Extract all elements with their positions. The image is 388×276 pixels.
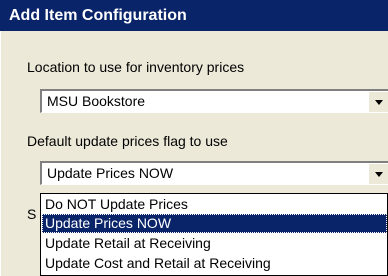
price-flag-dropdown[interactable]: Update Prices NOW	[40, 161, 388, 185]
price-flag-label: Default update prices flag to use	[27, 133, 228, 149]
location-dropdown-value: MSU Bookstore	[47, 93, 146, 109]
dialog-title: Add Item Configuration	[0, 0, 388, 31]
chevron-down-icon[interactable]	[368, 91, 388, 112]
location-dropdown[interactable]: MSU Bookstore	[40, 89, 388, 113]
chevron-down-icon[interactable]	[368, 163, 388, 184]
price-flag-dropdown-value: Update Prices NOW	[47, 165, 174, 181]
obscured-label-fragment: S	[27, 206, 37, 222]
price-flag-options-list[interactable]: Do NOT Update Prices Update Prices NOW U…	[40, 193, 388, 276]
location-label: Location to use for inventory prices	[27, 59, 245, 75]
add-item-configuration-dialog: Add Item Configuration Location to use f…	[0, 0, 388, 276]
price-flag-option-update-now[interactable]: Update Prices NOW	[42, 214, 387, 233]
price-flag-option-do-not-update[interactable]: Do NOT Update Prices	[42, 195, 387, 214]
price-flag-option-cost-and-retail-at-receiving[interactable]: Update Cost and Retail at Receiving	[42, 254, 387, 273]
price-flag-option-retail-at-receiving[interactable]: Update Retail at Receiving	[42, 234, 387, 253]
